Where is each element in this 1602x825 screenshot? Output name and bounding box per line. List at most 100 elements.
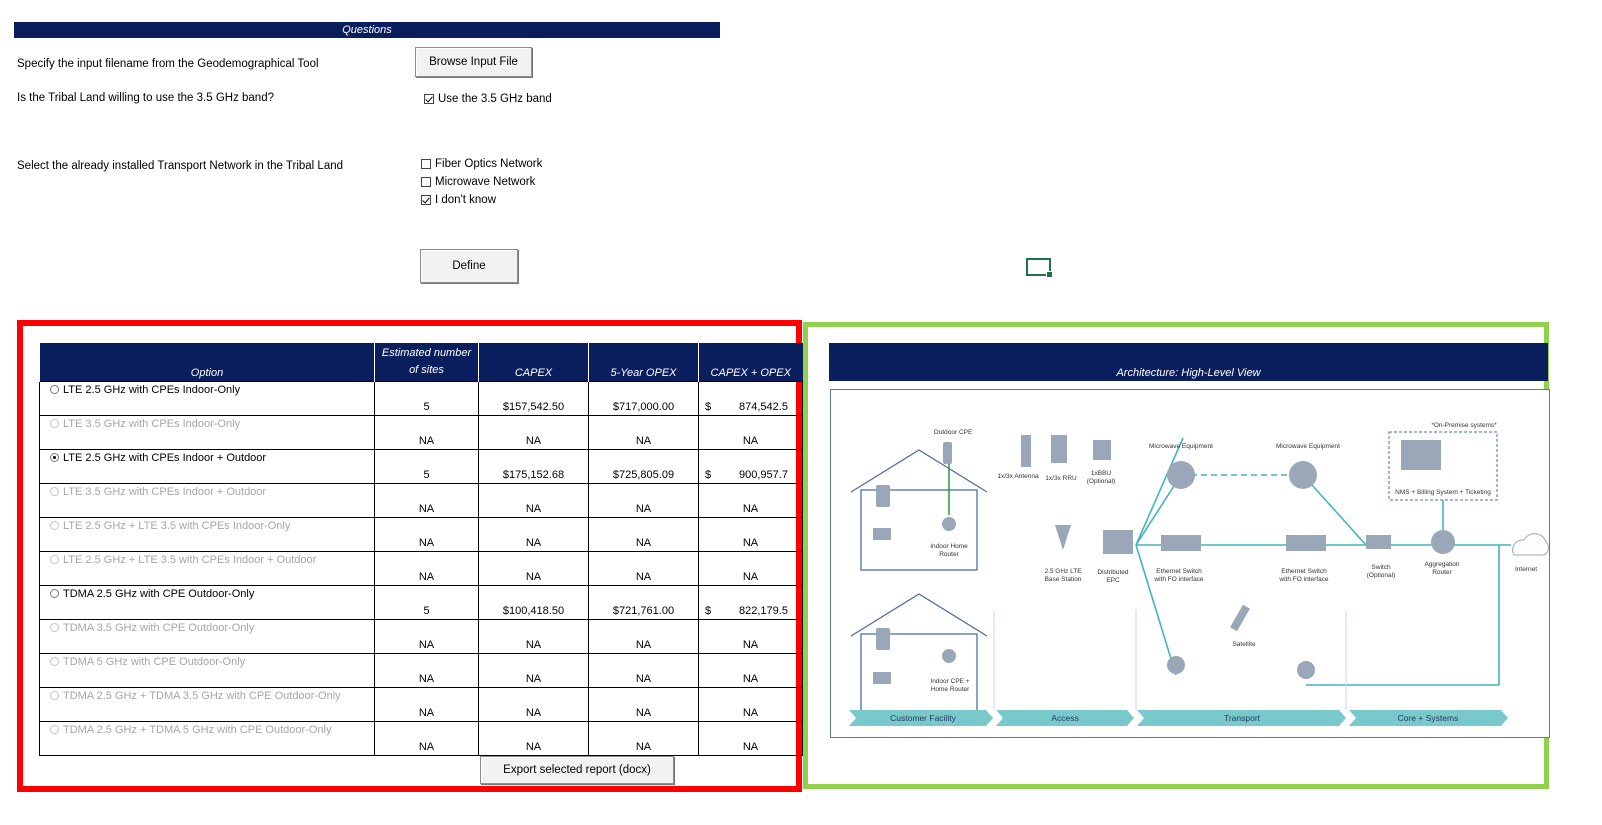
opex-cell: $717,000.00 bbox=[588, 380, 699, 416]
sites-cell: NA bbox=[374, 550, 479, 586]
question-transport: Select the already installed Transport N… bbox=[17, 160, 344, 172]
microwave-label: Microwave Network bbox=[435, 176, 536, 188]
opex-cell: NA bbox=[588, 414, 699, 450]
total-value: NA bbox=[742, 502, 759, 515]
column-header-total: CAPEX + OPEX bbox=[698, 343, 803, 381]
switch-label1: Switch bbox=[1371, 564, 1391, 571]
agg-router-label1: Aggregation bbox=[1424, 561, 1459, 568]
band-core-systems: Core + Systems bbox=[1398, 713, 1459, 723]
band-access: Access bbox=[1051, 713, 1078, 723]
capex-cell: NA bbox=[478, 618, 589, 654]
use-35ghz-checkbox[interactable]: Use the 3.5 GHz band bbox=[424, 93, 552, 105]
option-cell[interactable]: TDMA 2.5 GHz with CPE Outdoor-Only bbox=[39, 584, 375, 620]
question-input-file: Specify the input filename from the Geod… bbox=[17, 58, 319, 70]
eth-switch-label2b: with FO interface bbox=[1278, 576, 1329, 583]
option-label: TDMA 3.5 GHz with CPE Outdoor-Only bbox=[63, 621, 255, 634]
option-cell: TDMA 2.5 GHz + TDMA 5 GHz with CPE Outdo… bbox=[39, 720, 375, 756]
opex-cell: NA bbox=[588, 550, 699, 586]
radio-button-icon[interactable] bbox=[50, 588, 59, 598]
microwave-equipment-label1: Microwave Equipment bbox=[1149, 443, 1213, 450]
dont-know-label: I don't know bbox=[435, 194, 497, 206]
opex-cell: NA bbox=[588, 686, 699, 722]
table-row: LTE 2.5 GHz + LTE 3.5 with CPEs Indoor +… bbox=[39, 550, 803, 586]
radio-button-icon bbox=[50, 418, 59, 428]
opex-cell: $725,805.09 bbox=[588, 448, 699, 484]
rru-label: 1x/3x RRU bbox=[1045, 475, 1077, 482]
table-row: TDMA 3.5 GHz with CPE Outdoor-Only NA NA NA… bbox=[39, 618, 803, 654]
sites-header-line1: Estimated number bbox=[381, 346, 472, 359]
internet-cloud-icon bbox=[1512, 533, 1549, 556]
checkbox-icon bbox=[421, 177, 431, 187]
total-cell: NA bbox=[698, 550, 803, 586]
fiber-optics-checkbox[interactable]: Fiber Optics Network bbox=[421, 158, 542, 170]
sites-header-line2: of sites bbox=[409, 363, 444, 376]
architecture-diagram: Outdoor CPE Indoor Home Router 1x/3x Ant… bbox=[830, 389, 1550, 738]
outdoor-cpe-label: Outdoor CPE bbox=[934, 429, 973, 436]
option-cell: TDMA 2.5 GHz + TDMA 3.5 GHz with CPE Out… bbox=[39, 686, 375, 722]
bbu-label2: (Optional) bbox=[1087, 478, 1116, 485]
band-transport: Transport bbox=[1224, 713, 1261, 723]
option-label: TDMA 2.5 GHz + TDMA 5 GHz with CPE Outdo… bbox=[63, 723, 332, 736]
eth-switch-label1a: Ethernet Switch bbox=[1156, 568, 1202, 575]
total-cell: NA bbox=[698, 482, 803, 518]
table-row: LTE 3.5 GHz with CPEs Indoor + Outdoor NA… bbox=[39, 482, 803, 518]
table-row: LTE 3.5 GHz with CPEs Indoor-Only NA NA NA N… bbox=[39, 414, 803, 450]
radio-button-icon[interactable] bbox=[50, 452, 59, 462]
capex-cell: $157,542.50 bbox=[478, 380, 589, 416]
total-value: NA bbox=[742, 434, 759, 447]
currency-symbol: $ bbox=[705, 400, 712, 413]
opex-cell: NA bbox=[588, 618, 699, 654]
column-header-capex: CAPEX bbox=[478, 343, 589, 381]
option-label: TDMA 2.5 GHz + TDMA 3.5 GHz with CPE Out… bbox=[63, 689, 341, 702]
on-premise-label: *On-Premise systems* bbox=[1431, 422, 1497, 429]
option-cell: LTE 2.5 GHz + LTE 3.5 with CPEs Indoor-O… bbox=[39, 516, 375, 552]
microwave-checkbox[interactable]: Microwave Network bbox=[421, 176, 535, 188]
browse-input-file-button[interactable]: Browse Input File bbox=[415, 47, 532, 77]
question-35ghz: Is the Tribal Land willing to use the 3.… bbox=[17, 92, 274, 104]
dont-know-checkbox[interactable]: I don't know bbox=[421, 194, 496, 206]
base-station-label1: 2.5 GHz LTE bbox=[1044, 568, 1082, 575]
questions-header: Questions bbox=[14, 22, 720, 38]
architecture-svg: Outdoor CPE Indoor Home Router 1x/3x Ant… bbox=[849, 422, 1549, 726]
option-cell[interactable]: LTE 2.5 GHz with CPEs Indoor + Outdoor bbox=[39, 448, 375, 484]
indoor-cpe-label2: Home Router bbox=[931, 686, 970, 693]
band-customer-facility: Customer Facility bbox=[890, 713, 956, 723]
total-cell: $900,957.7 bbox=[698, 448, 803, 484]
option-cell: LTE 3.5 GHz with CPEs Indoor-Only bbox=[39, 414, 375, 450]
nms-label: NMS + Billing System + Ticketing bbox=[1395, 489, 1491, 496]
agg-router-label2: Router bbox=[1432, 569, 1452, 576]
option-cell: LTE 2.5 GHz + LTE 3.5 with CPEs Indoor +… bbox=[39, 550, 375, 586]
checkbox-checked-icon bbox=[424, 94, 434, 104]
export-report-button[interactable]: Export selected report (docx) bbox=[480, 756, 674, 784]
capex-cell: NA bbox=[478, 414, 589, 450]
total-cell: NA bbox=[698, 414, 803, 450]
sites-cell: 5 bbox=[374, 380, 479, 416]
satellite-label: Satellite bbox=[1232, 641, 1256, 648]
define-button[interactable]: Define bbox=[420, 249, 518, 283]
capex-cell: $100,418.50 bbox=[478, 584, 589, 620]
option-label: TDMA 5 GHz with CPE Outdoor-Only bbox=[63, 655, 246, 668]
table-row: TDMA 2.5 GHz with CPE Outdoor-Only 5 $100,… bbox=[39, 584, 803, 620]
total-cell: $822,179.5 bbox=[698, 584, 803, 620]
capex-cell: NA bbox=[478, 686, 589, 722]
selected-cell[interactable] bbox=[1026, 258, 1053, 278]
total-cell: NA bbox=[698, 618, 803, 654]
option-label: LTE 2.5 GHz with CPEs Indoor + Outdoor bbox=[63, 451, 267, 464]
epc-label1: Distributed bbox=[1097, 569, 1128, 576]
table-row: LTE 2.5 GHz + LTE 3.5 with CPEs Indoor-O… bbox=[39, 516, 803, 552]
option-cell[interactable]: LTE 2.5 GHz with CPEs Indoor-Only bbox=[39, 380, 375, 416]
indoor-home-router-label2: Router bbox=[939, 551, 959, 558]
checkbox-icon bbox=[421, 159, 431, 169]
option-label: LTE 2.5 GHz + LTE 3.5 with CPEs Indoor +… bbox=[63, 553, 317, 566]
eth-switch-label1b: with FO interface bbox=[1153, 576, 1204, 583]
radio-button-icon bbox=[50, 486, 59, 496]
option-label: TDMA 2.5 GHz with CPE Outdoor-Only bbox=[63, 587, 255, 600]
total-cell: NA bbox=[698, 516, 803, 552]
total-cell: $874,542.5 bbox=[698, 380, 803, 416]
total-value: NA bbox=[742, 672, 759, 685]
table-row: TDMA 2.5 GHz + TDMA 3.5 GHz with CPE Out… bbox=[39, 686, 803, 722]
radio-button-icon[interactable] bbox=[50, 384, 59, 394]
epc-label2: EPC bbox=[1106, 577, 1120, 584]
houses bbox=[850, 449, 988, 715]
total-value: NA bbox=[742, 740, 759, 753]
